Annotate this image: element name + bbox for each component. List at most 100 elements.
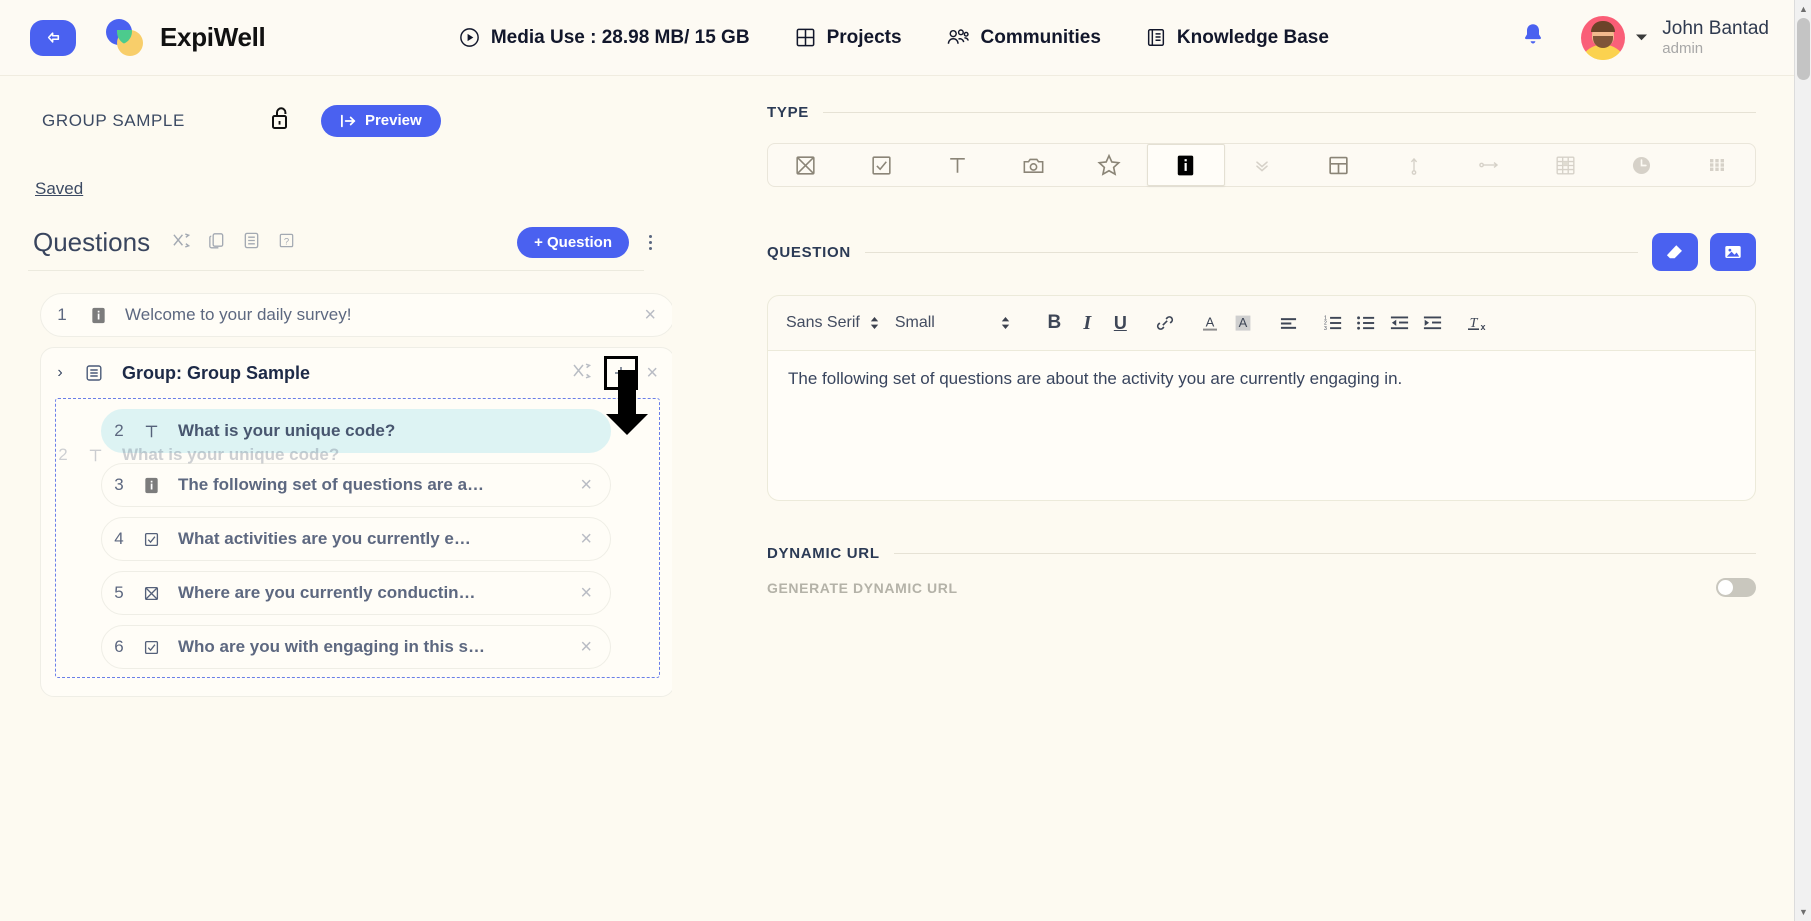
vertical-scrollbar[interactable]: ▲ ▼ [1794, 0, 1811, 921]
remove-format-button[interactable]: T x [1461, 307, 1494, 340]
multi-choice-check-icon [872, 155, 891, 175]
nav-item-knowledge-base[interactable]: Knowledge Base [1145, 26, 1329, 49]
highlight-color-button[interactable]: A [1227, 307, 1260, 340]
question-editor-content: The following set of questions are about… [788, 369, 1403, 388]
user-role: admin [1662, 39, 1704, 57]
bold-button[interactable]: B [1038, 307, 1071, 340]
checkbox-glyph [144, 640, 158, 654]
indent-button[interactable] [1416, 307, 1449, 340]
scrollbar-thumb[interactable] [1797, 18, 1810, 80]
saved-status-link[interactable]: Saved [35, 179, 83, 199]
outdent-button[interactable] [1383, 307, 1416, 340]
type-layout[interactable] [1300, 144, 1376, 186]
text-color-button[interactable]: A [1194, 307, 1227, 340]
group-header-row[interactable]: › Group: Group Sample × [41, 348, 674, 398]
list-item[interactable]: 4 What activities are you currently e… × [101, 517, 611, 561]
clock-icon [1632, 156, 1650, 174]
close-icon[interactable]: × [580, 637, 592, 657]
chevron-right-icon[interactable]: › [41, 364, 79, 382]
back-arrow-icon[interactable] [30, 19, 76, 56]
nav-item-projects[interactable]: Projects [794, 26, 902, 49]
scroll-up-arrow[interactable]: ▲ [1795, 0, 1811, 18]
nav-item-communities[interactable]: Communities [946, 26, 1101, 49]
close-icon[interactable]: × [580, 529, 592, 549]
survey-header: GROUP SAMPLE Preview [0, 76, 672, 137]
group-list-glyph [86, 365, 102, 381]
add-question-button[interactable]: + Question [517, 227, 629, 258]
svg-text:x: x [1481, 322, 1486, 332]
link-icon [1157, 316, 1174, 330]
close-icon[interactable]: × [646, 362, 658, 385]
user-info[interactable]: John Bantad admin [1662, 18, 1769, 57]
dynamic-url-header: DYNAMIC URL [767, 545, 1756, 562]
play-circle-icon [460, 28, 479, 47]
insert-image-button[interactable] [1710, 233, 1756, 271]
underline-button[interactable]: U [1104, 307, 1137, 340]
boxed-x-glyph [144, 586, 158, 600]
question-section-header: QUESTION [767, 233, 1756, 271]
info-icon [1177, 155, 1194, 175]
question-text-editor[interactable]: The following set of questions are about… [767, 351, 1756, 501]
brand-name: ExpiWell [160, 22, 266, 52]
preview-button[interactable]: Preview [320, 104, 441, 137]
type-information[interactable] [1146, 144, 1225, 186]
outdent-icon [1390, 316, 1408, 330]
notification-bell-icon[interactable] [1521, 22, 1545, 53]
more-options-icon[interactable] [649, 235, 652, 250]
type-keypad[interactable] [1679, 144, 1755, 186]
type-rating[interactable] [1071, 144, 1147, 186]
type-dropdown[interactable] [1225, 144, 1301, 186]
shuffle-icon[interactable] [572, 361, 592, 386]
type-multiple-choice[interactable] [844, 144, 920, 186]
question-section-label: QUESTION [767, 243, 851, 261]
chevron-down-icon[interactable] [1635, 29, 1648, 47]
media-use-indicator[interactable]: Media Use : 28.98 MB/ 15 GB [458, 26, 750, 49]
font-size-select[interactable]: Small [895, 314, 1020, 332]
list-item[interactable]: 3 The following set of questions are a… … [101, 463, 611, 507]
add-question-to-group-button[interactable] [604, 356, 639, 390]
topbar-nav-group: Media Use : 28.98 MB/ 15 GB Projects Com… [266, 26, 1522, 49]
chevron-double-down-icon [1256, 161, 1269, 172]
unlocked-padlock-icon[interactable] [269, 104, 293, 137]
spinner-glyph [870, 317, 879, 329]
text-T-glyph [145, 425, 157, 437]
help-icon[interactable]: ? [277, 231, 296, 255]
close-icon[interactable]: × [580, 475, 592, 495]
list-item[interactable]: 2 What is your unique code? [101, 409, 611, 453]
list-item[interactable]: 1 Welcome to your daily survey! × [40, 293, 675, 337]
scroll-down-arrow[interactable]: ▼ [1795, 903, 1811, 921]
copy-icon[interactable] [207, 231, 226, 255]
type-single-choice[interactable] [768, 144, 844, 186]
star-icon [1097, 153, 1121, 176]
nav-label-projects: Projects [826, 27, 902, 48]
clear-formatting-button[interactable] [1652, 233, 1698, 271]
italic-button[interactable]: I [1071, 307, 1104, 340]
close-icon[interactable]: × [580, 583, 592, 603]
list-icon[interactable] [242, 231, 261, 255]
shuffle-icon[interactable] [172, 231, 191, 255]
svg-text:A: A [1206, 314, 1215, 329]
type-time[interactable] [1603, 144, 1679, 186]
align-button[interactable] [1272, 307, 1305, 340]
type-horizontal-slider[interactable] [1452, 144, 1528, 186]
type-text[interactable] [920, 144, 996, 186]
eraser-icon [1666, 245, 1682, 259]
type-media[interactable] [995, 144, 1071, 186]
question-number: 5 [114, 583, 124, 602]
svg-text:3: 3 [1324, 326, 1327, 332]
avatar[interactable] [1581, 15, 1626, 60]
type-vertical-slider[interactable] [1376, 144, 1452, 186]
ordered-list-button[interactable]: 123 [1317, 307, 1350, 340]
image-icon [1725, 245, 1741, 259]
font-family-select[interactable]: Sans Serif [786, 314, 889, 332]
type-table[interactable] [1528, 144, 1604, 186]
avatar-beard [1593, 35, 1614, 48]
generate-dynamic-url-toggle[interactable] [1716, 578, 1756, 597]
question-type-toolbar [767, 143, 1756, 187]
close-icon[interactable]: × [644, 305, 656, 325]
bullet-list-button[interactable] [1350, 307, 1383, 340]
insert-link-button[interactable] [1149, 307, 1182, 340]
list-item[interactable]: 6 Who are you with engaging in this s… × [101, 625, 611, 669]
list-item[interactable]: 5 Where are you currently conductin… × [101, 571, 611, 615]
type-section-header: TYPE [767, 104, 1756, 121]
